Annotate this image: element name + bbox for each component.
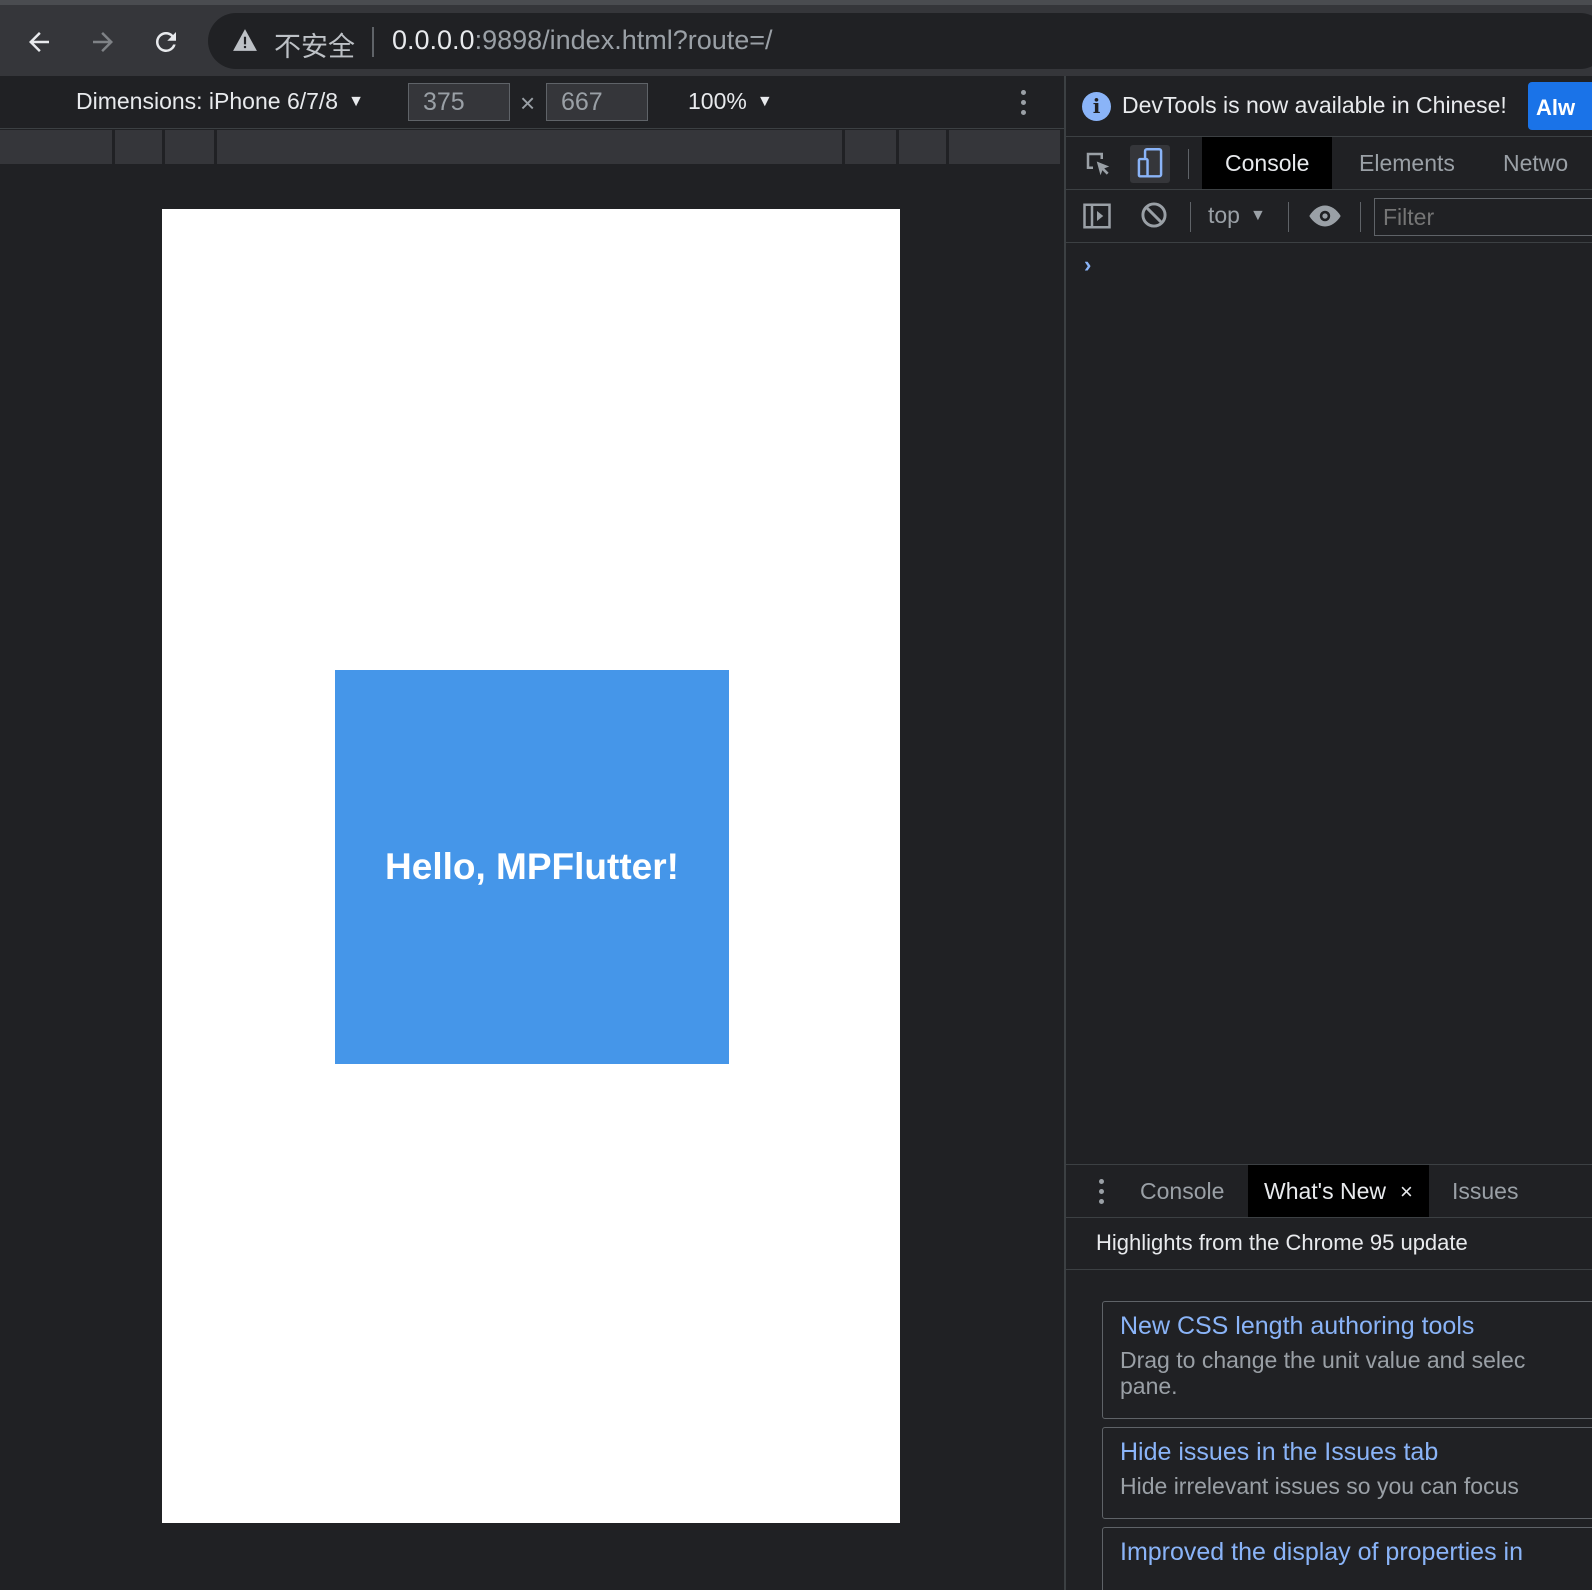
tab-elements[interactable]: Elements	[1336, 137, 1478, 189]
security-status[interactable]: 不安全	[274, 25, 355, 64]
separator	[372, 27, 374, 57]
feature-title[interactable]: Hide issues in the Issues tab	[1120, 1438, 1592, 1467]
always-match-button[interactable]: Alw	[1528, 82, 1592, 130]
separator	[1288, 202, 1289, 232]
inspect-element-button[interactable]	[1078, 145, 1118, 183]
separator	[1190, 202, 1191, 232]
device-select[interactable]: Dimensions: iPhone 6/7/8 ▼	[76, 88, 364, 115]
info-icon: i	[1082, 92, 1111, 121]
address-bar[interactable]: 不安全 0.0.0.0:9898/index.html?route=/	[208, 13, 1592, 69]
more-tools-icon[interactable]	[1096, 1179, 1106, 1207]
devtools-tabbar: Console Elements Netwo	[1066, 137, 1592, 190]
warning-triangle-icon	[233, 29, 257, 51]
sidebar-toggle-icon[interactable]	[1082, 201, 1112, 231]
console-prompt[interactable]: ›	[1084, 252, 1091, 278]
tab-network[interactable]: Netwo	[1480, 137, 1591, 189]
drawer-tab-label: What's New	[1264, 1178, 1386, 1204]
forward-button[interactable]	[80, 19, 126, 65]
device-viewport-area: Dimensions: iPhone 6/7/8 ▼ × 100% ▼ Hello,…	[0, 76, 1064, 1590]
chevron-down-icon: ▼	[1249, 207, 1266, 224]
more-options-icon[interactable]	[1018, 90, 1028, 118]
feature-description-line: Drag to change the unit value and selec	[1120, 1347, 1526, 1373]
device-toolbar-icon	[1137, 148, 1163, 178]
browser-toolbar: 不安全 0.0.0.0:9898/index.html?route=/	[0, 0, 1592, 76]
chevron-down-icon: ▼	[756, 93, 773, 110]
whats-new-heading: Highlights from the Chrome 95 update	[1066, 1218, 1592, 1270]
feature-card[interactable]: Hide issues in the Issues tab Hide irrel…	[1102, 1427, 1592, 1519]
reload-icon	[155, 31, 176, 52]
reload-button[interactable]	[143, 19, 189, 65]
chevron-down-icon: ▼	[348, 93, 364, 110]
zoom-value: 100%	[688, 88, 747, 114]
back-button[interactable]	[16, 19, 62, 65]
filter-input[interactable]	[1374, 198, 1592, 236]
url-host: 0.0.0.0	[392, 25, 475, 55]
feature-card[interactable]: New CSS length authoring tools Drag to c…	[1102, 1301, 1592, 1419]
device-toolbar: Dimensions: iPhone 6/7/8 ▼ × 100% ▼	[0, 76, 1064, 129]
feature-description: Drag to change the unit value and selec …	[1120, 1347, 1592, 1399]
live-expression-icon[interactable]	[1308, 203, 1342, 229]
feature-description: Hide irrelevant issues so you can focus	[1120, 1473, 1519, 1499]
devtools-panel: i DevTools is now available in Chinese! …	[1064, 76, 1592, 1590]
height-input[interactable]	[546, 83, 648, 121]
infobar-message: DevTools is now available in Chinese!	[1122, 92, 1507, 118]
separator	[1188, 149, 1189, 179]
drawer-tabbar: Console What's New × Issues	[1066, 1165, 1592, 1218]
drawer-tab-whats-new[interactable]: What's New ×	[1248, 1165, 1429, 1217]
width-input[interactable]	[408, 83, 510, 121]
hello-container: Hello, MPFlutter!	[335, 670, 729, 1064]
context-select[interactable]: top ▼	[1208, 202, 1266, 229]
drawer-tab-issues[interactable]: Issues	[1436, 1165, 1534, 1217]
url-text[interactable]: 0.0.0.0:9898/index.html?route=/	[392, 25, 773, 56]
language-infobar: i DevTools is now available in Chinese! …	[1066, 76, 1592, 137]
times-sign: ×	[520, 88, 536, 118]
tab-console[interactable]: Console	[1202, 137, 1333, 189]
feature-title[interactable]: New CSS length authoring tools	[1120, 1312, 1592, 1341]
feature-card[interactable]: Improved the display of properties in	[1102, 1527, 1592, 1590]
emulated-page: Hello, MPFlutter!	[162, 209, 900, 1523]
devtools-drawer: Console What's New × Issues Highlights fr…	[1066, 1164, 1592, 1590]
console-toolbar: top ▼	[1066, 190, 1592, 243]
feature-title[interactable]: Improved the display of properties in	[1120, 1538, 1592, 1567]
zoom-select[interactable]: 100% ▼	[688, 88, 773, 115]
inspect-element-icon	[1086, 152, 1110, 176]
close-icon[interactable]: ×	[1400, 1179, 1413, 1204]
feature-description-line: pane.	[1120, 1373, 1178, 1399]
drawer-tab-console[interactable]: Console	[1124, 1165, 1240, 1217]
separator	[1360, 202, 1361, 232]
toggle-device-button[interactable]	[1130, 145, 1170, 183]
device-label: Dimensions: iPhone 6/7/8	[76, 88, 339, 114]
url-path: :9898/index.html?route=/	[474, 25, 773, 55]
hello-text: Hello, MPFlutter!	[385, 846, 679, 887]
arrow-right-icon	[93, 32, 113, 52]
arrow-left-icon	[29, 32, 49, 52]
context-value: top	[1208, 202, 1240, 228]
clear-console-icon[interactable]	[1140, 201, 1168, 229]
media-query-bar[interactable]	[0, 130, 1060, 164]
